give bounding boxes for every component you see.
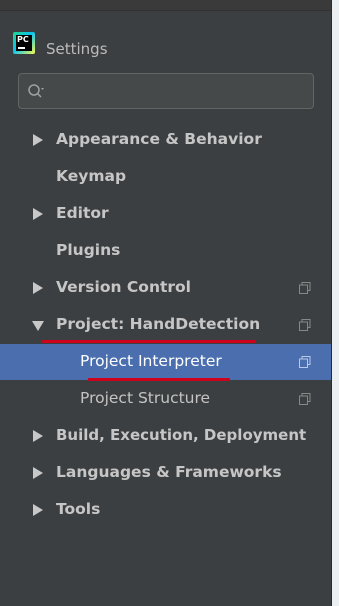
project-settings-icon <box>299 282 311 294</box>
settings-search-box[interactable] <box>18 73 314 109</box>
dialog-right-edge <box>332 0 339 606</box>
app-icon-text: PC <box>17 35 29 44</box>
project-settings-icon <box>299 319 311 331</box>
expand-arrow-icon[interactable] <box>33 430 43 442</box>
settings-sidebar: PC Settings Appearance & Behavior Keymap… <box>0 0 332 606</box>
tree-item-label: Project Structure <box>80 389 211 407</box>
tree-item-label: Editor <box>56 204 109 222</box>
expand-arrow-icon[interactable] <box>33 467 43 479</box>
tree-item-label: Version Control <box>56 278 191 296</box>
tree-item-label: Project: HandDetection <box>56 315 261 333</box>
search-input[interactable] <box>51 80 310 104</box>
tree-item-languages-frameworks[interactable]: Languages & Frameworks <box>0 455 331 491</box>
search-icon[interactable] <box>27 83 45 101</box>
tree-item-project-interpreter[interactable]: Project Interpreter <box>0 344 331 381</box>
window-title: Settings <box>46 40 108 58</box>
tree-item-build-execution-deployment[interactable]: Build, Execution, Deployment <box>0 418 331 454</box>
tree-item-version-control[interactable]: Version Control <box>0 270 331 306</box>
tree-item-keymap[interactable]: Keymap <box>0 159 331 195</box>
tree-item-label: Tools <box>56 500 101 518</box>
collapse-arrow-icon[interactable] <box>32 321 44 331</box>
pycharm-app-icon: PC <box>13 32 35 54</box>
tree-item-label: Appearance & Behavior <box>56 130 262 148</box>
tree-item-label: Build, Execution, Deployment <box>56 426 307 444</box>
title-bar: PC Settings <box>0 10 331 68</box>
tree-item-label: Plugins <box>56 241 121 259</box>
tree-item-label: Languages & Frameworks <box>56 463 282 481</box>
tree-item-project-handdetection[interactable]: Project: HandDetection <box>0 307 331 343</box>
project-settings-icon <box>299 356 311 368</box>
tree-item-project-structure[interactable]: Project Structure <box>0 381 331 417</box>
tree-item-label: Project Interpreter <box>80 352 222 370</box>
tree-item-tools[interactable]: Tools <box>0 492 331 528</box>
tree-item-editor[interactable]: Editor <box>0 196 331 232</box>
tree-item-appearance-behavior[interactable]: Appearance & Behavior <box>0 122 331 158</box>
red-annotation-underline <box>42 340 256 343</box>
expand-arrow-icon[interactable] <box>33 208 43 220</box>
expand-arrow-icon[interactable] <box>33 282 43 294</box>
project-settings-icon <box>299 393 311 405</box>
tree-item-label: Keymap <box>56 167 127 185</box>
expand-arrow-icon[interactable] <box>33 504 43 516</box>
expand-arrow-icon[interactable] <box>33 134 43 146</box>
tree-item-plugins[interactable]: Plugins <box>0 233 331 269</box>
